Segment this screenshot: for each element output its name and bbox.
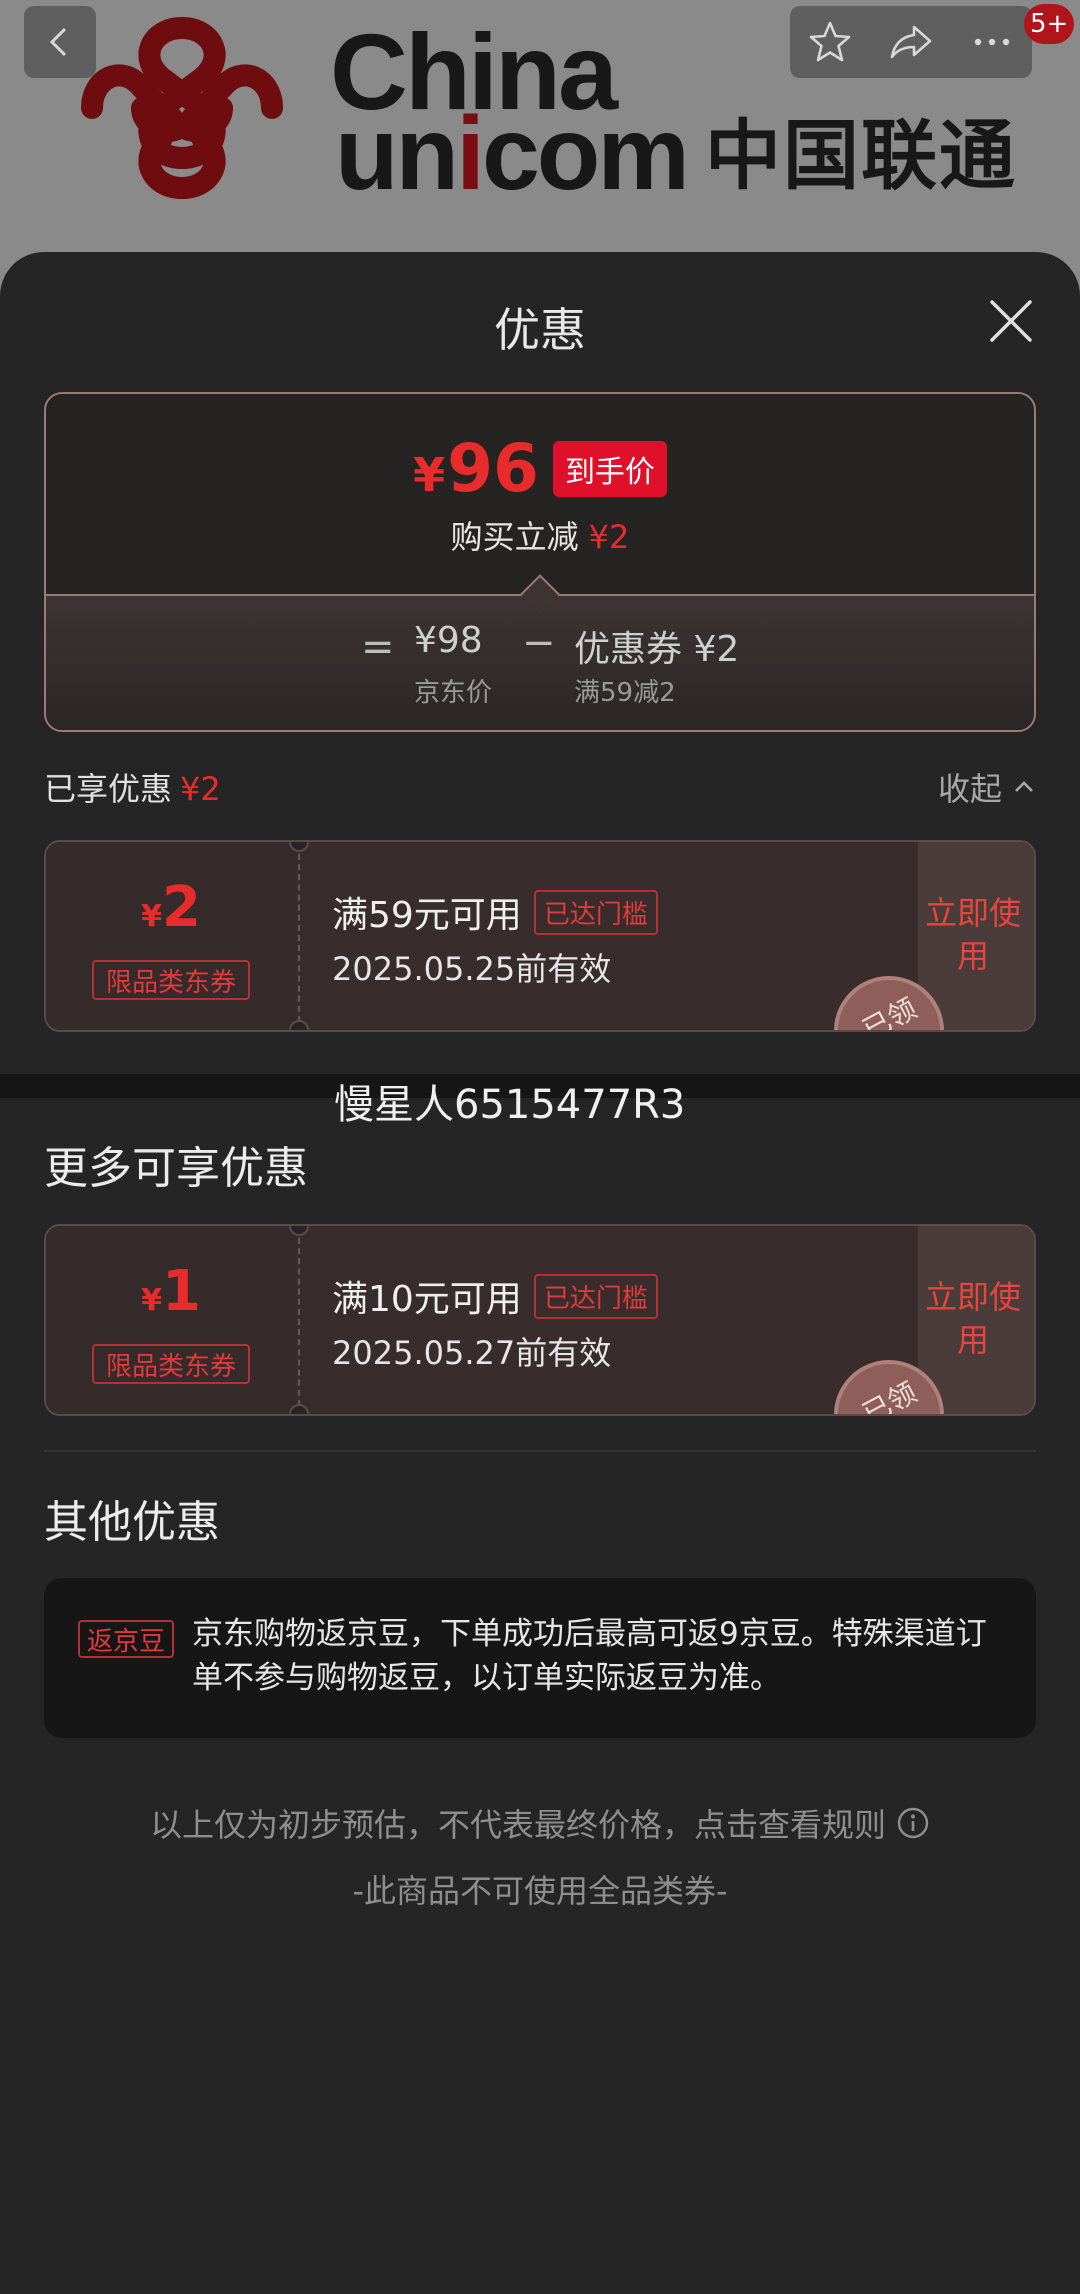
other-discounts-title: 其他优惠	[44, 1497, 220, 1548]
share-button[interactable]	[881, 12, 941, 72]
notification-badge: 5+	[1024, 4, 1075, 44]
estimate-rules-link[interactable]: 以上仅为初步预估，不代表最终价格，点击查看规则	[0, 1800, 1080, 1846]
favorite-button[interactable]	[800, 12, 860, 72]
jd-price-label: 京东价	[414, 678, 493, 708]
chevron-left-icon	[49, 27, 67, 57]
currency-symbol: ¥	[141, 899, 162, 934]
user-watermark: 慢星人6515477R3	[334, 1082, 686, 1128]
coupon-notch	[289, 1404, 309, 1414]
reduction-amount: ¥2	[588, 518, 630, 556]
coupon-condition-text: 满10元可用	[332, 1279, 522, 1320]
coupon-amount: ¥2	[46, 880, 296, 936]
back-button[interactable]	[24, 6, 96, 78]
collapse-label: 收起	[938, 770, 1003, 808]
reduction-label: 购买立减	[450, 518, 579, 556]
coupon-validity: 2025.05.27前有效	[332, 1334, 612, 1372]
stamp-text: 已领	[857, 1375, 923, 1416]
coupon-category-tag: 限品类东券	[92, 1344, 250, 1384]
coupon-condition-text: 满59元可用	[332, 895, 522, 936]
logo-wordmark-unicom: unicom	[335, 102, 690, 206]
rebate-description: 京东购物返京豆，下单成功后最高可返9京豆。特殊渠道订单不参与购物返豆，以订单实际…	[192, 1616, 987, 1697]
coupon-validity: 2025.05.25前有效	[332, 950, 612, 988]
instant-reduction: 购买立减 ¥2	[46, 512, 1034, 558]
minus-sign: −	[522, 620, 556, 666]
coupon-category-tag: 限品类东券	[92, 960, 250, 1000]
coupon-restriction-note: -此商品不可使用全品类券-	[352, 1872, 728, 1910]
logo-unicom-i: i	[456, 96, 485, 212]
more-button[interactable]	[962, 12, 1022, 72]
coupon-deduction: 优惠券 ¥2	[574, 629, 740, 670]
estimate-note: 以上仅为初步预估，不代表最终价格，点击查看规则	[149, 1806, 886, 1844]
coupon-card: ¥1 限品类东券 满10元可用 已达门槛 2025.05.27前有效 立即使用 已…	[44, 1224, 1036, 1416]
enjoyed-label: 已享优惠	[44, 770, 173, 808]
logo-unicom-part: com	[481, 96, 690, 212]
star-icon	[810, 21, 851, 62]
jd-price: ¥98	[414, 620, 483, 661]
equals-sign: =	[361, 624, 395, 670]
discount-sheet: 优惠 ¥96 到手价 购买立减 ¥2 = ¥98 京东价 − 优惠券 ¥2 满59…	[0, 252, 1080, 2294]
close-icon[interactable]	[986, 296, 1036, 346]
enjoyed-amount: ¥2	[180, 770, 221, 808]
jd-beans-rebate-card: 返京豆 京东购物返京豆，下单成功后最高可返9京豆。特殊渠道订单不参与购物返豆，以…	[44, 1578, 1036, 1738]
final-price: ¥96	[413, 436, 539, 502]
threshold-reached-tag: 已达门槛	[533, 1273, 658, 1319]
more-dots-icon	[974, 38, 1009, 46]
top-action-group	[790, 6, 1032, 78]
coupon-amount-value: 1	[161, 1259, 201, 1324]
coupon-card: ¥2 限品类东券 满59元可用 已达门槛 2025.05.25前有效 立即使用 已…	[44, 840, 1036, 1032]
more-discounts-title: 更多可享优惠	[44, 1143, 308, 1194]
coupon-amount-value: 2	[161, 875, 201, 940]
use-now-button[interactable]: 立即使用	[918, 1276, 1028, 1362]
threshold-reached-tag: 已达门槛	[533, 889, 658, 935]
share-icon	[890, 25, 932, 59]
price-summary-card: ¥96 到手价 购买立减 ¥2 = ¥98 京东价 − 优惠券 ¥2 满59减2	[44, 392, 1036, 732]
use-now-button[interactable]: 立即使用	[918, 892, 1028, 978]
final-price-value: 96	[447, 430, 539, 507]
final-price-row: ¥96 到手价	[46, 436, 1034, 502]
sheet-title: 优惠	[494, 303, 586, 357]
coupon-divider	[298, 1238, 300, 1406]
chevron-up-icon	[1015, 781, 1033, 792]
final-price-tag: 到手价	[552, 441, 667, 497]
currency-symbol: ¥	[413, 448, 446, 502]
logo-chinese-name: 中国联通	[705, 111, 1017, 200]
coupon-rule: 满59减2	[574, 678, 676, 708]
coupon-condition: 满59元可用 已达门槛	[332, 886, 658, 938]
coupon-divider	[298, 854, 300, 1022]
logo-unicom-part: un	[335, 96, 459, 212]
coupon-condition: 满10元可用 已达门槛	[332, 1270, 658, 1322]
info-icon	[897, 1807, 929, 1839]
price-formula: = ¥98 京东价 − 优惠券 ¥2 满59减2	[46, 620, 1034, 710]
currency-symbol: ¥	[141, 1283, 162, 1318]
section-divider	[44, 1450, 1036, 1452]
enjoyed-discount: 已享优惠 ¥2	[44, 764, 221, 810]
rebate-tag: 返京豆	[78, 1620, 174, 1658]
stamp-text: 已领	[857, 991, 923, 1032]
collapse-button[interactable]: 收起	[938, 764, 1036, 810]
coupon-amount: ¥1	[46, 1264, 296, 1320]
coupon-notch	[289, 1020, 309, 1030]
